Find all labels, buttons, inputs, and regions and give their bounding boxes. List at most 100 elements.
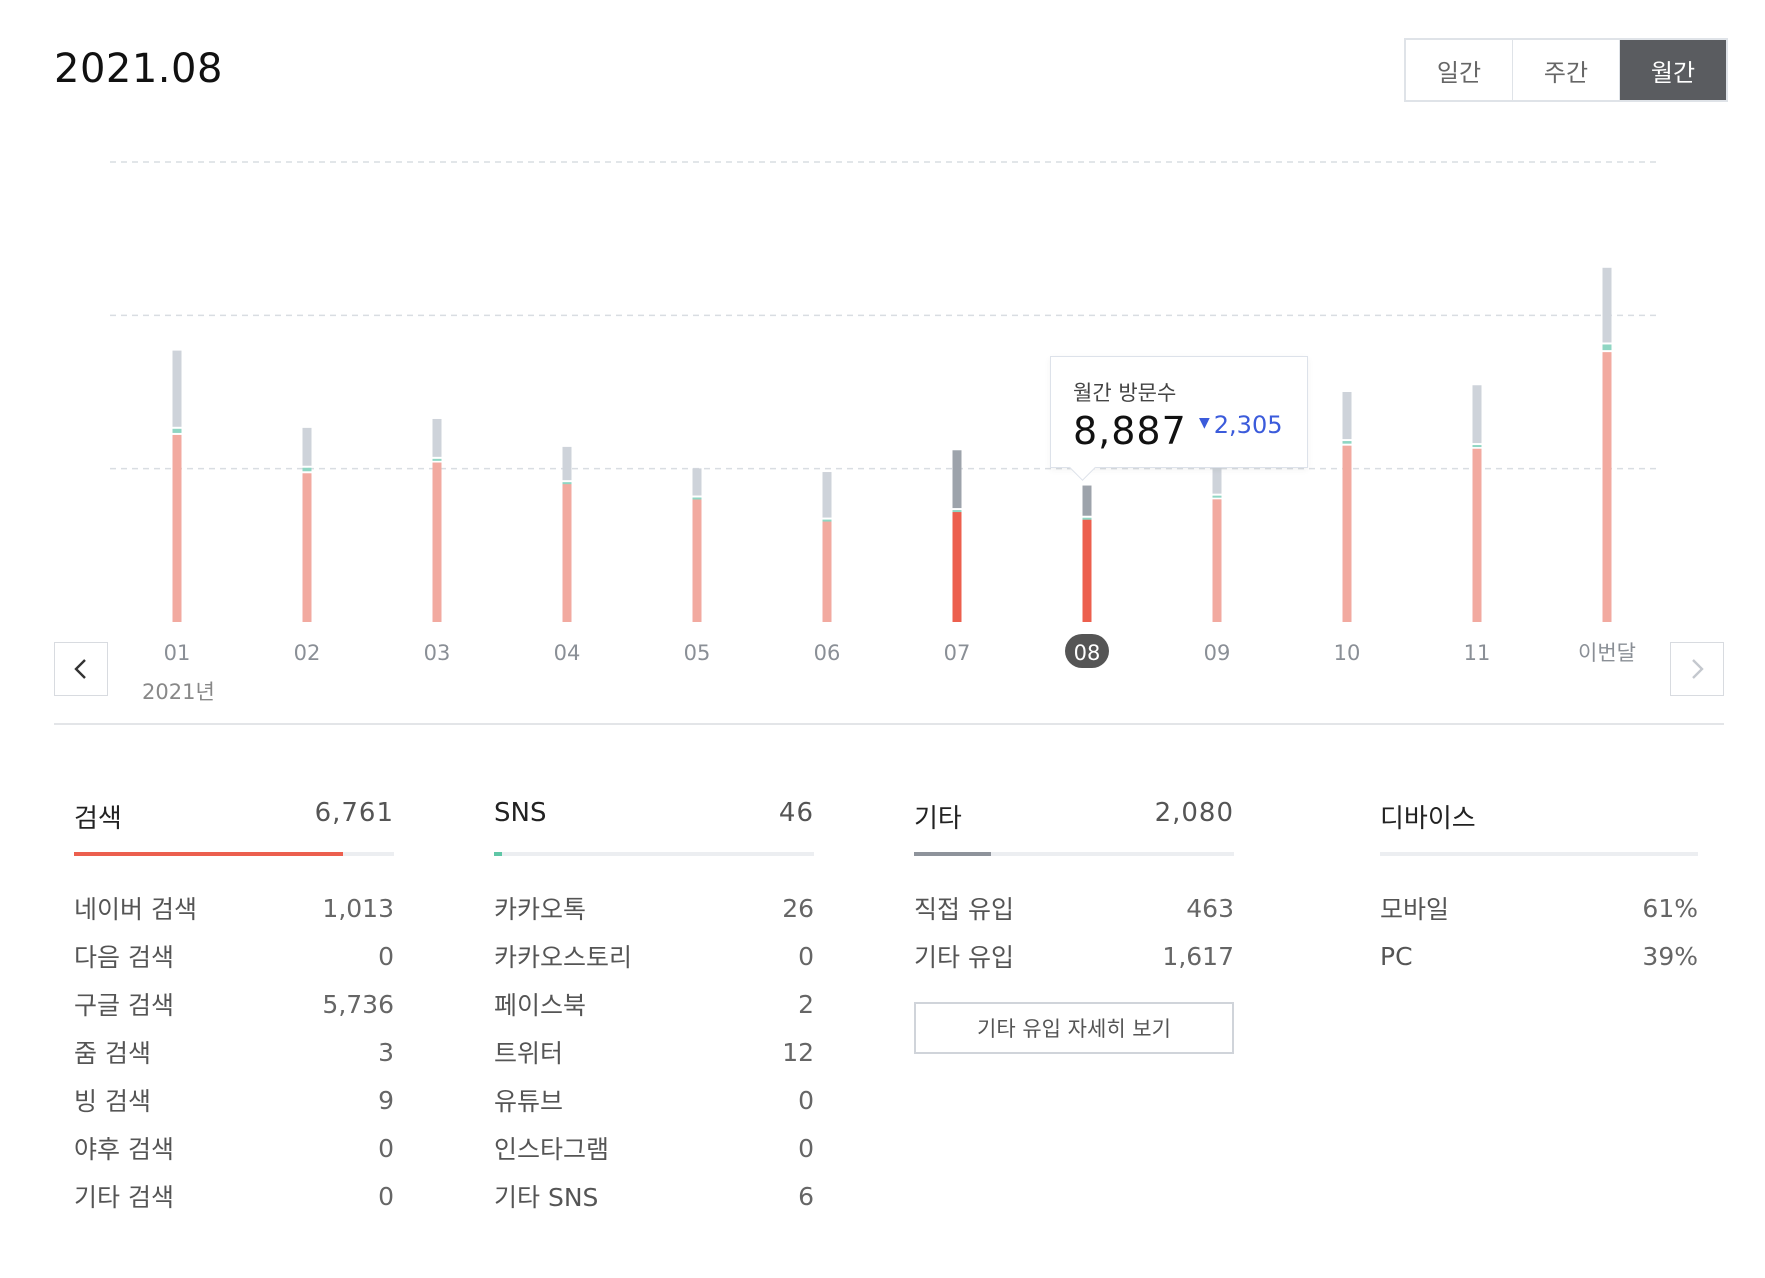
next-period-button[interactable] xyxy=(1670,642,1724,696)
list-item: 기타 SNS 6 xyxy=(494,1172,814,1220)
stats-total: 46 xyxy=(778,798,814,828)
list-item-label: 직접 유입 xyxy=(914,895,1014,924)
tab-monthly[interactable]: 월간 xyxy=(1620,40,1726,100)
bar-search[interactable] xyxy=(1212,499,1222,622)
list-item: 야후 검색 0 xyxy=(74,1124,394,1172)
list-item: 카카오스토리 0 xyxy=(494,932,814,980)
x-tick-label[interactable]: 04 xyxy=(554,641,581,665)
list-item-value: 0 xyxy=(378,1133,394,1163)
period-title: 2021.08 xyxy=(54,46,223,92)
bar-search[interactable] xyxy=(172,434,182,622)
x-tick-label[interactable]: 08 xyxy=(1074,641,1101,665)
bar-sns[interactable] xyxy=(302,467,312,472)
list-item-label: 야후 검색 xyxy=(74,1135,174,1164)
stats-list: 모바일 61% PC 39% xyxy=(1380,884,1698,980)
x-tick-label[interactable]: 06 xyxy=(814,641,841,665)
bar-search[interactable] xyxy=(1342,445,1352,622)
x-tick-label[interactable]: 11 xyxy=(1464,641,1491,665)
bar-sns[interactable] xyxy=(1472,445,1482,448)
stats-bar-fill xyxy=(914,852,991,856)
x-tick-label[interactable]: 10 xyxy=(1334,641,1361,665)
tab-weekly[interactable]: 주간 xyxy=(1513,40,1620,100)
list-item-label: 빙 검색 xyxy=(74,1087,151,1116)
section-divider xyxy=(54,723,1724,725)
bar-other[interactable] xyxy=(562,446,572,481)
x-tick-label[interactable]: 01 xyxy=(164,641,191,665)
bar-other[interactable] xyxy=(432,418,442,457)
prev-period-button[interactable] xyxy=(54,642,108,696)
list-item-label: 카카오톡 xyxy=(494,895,587,924)
tooltip-delta-value: 2,305 xyxy=(1213,411,1283,439)
triangle-down-icon: ▼ xyxy=(1199,415,1210,431)
bar-sns[interactable] xyxy=(692,497,702,500)
other-inflow-detail-button[interactable]: 기타 유입 자세히 보기 xyxy=(914,1002,1234,1054)
stats-bar-track xyxy=(74,852,394,856)
x-tick-label[interactable]: 이번달 xyxy=(1578,641,1636,665)
stats-title: 디바이스 xyxy=(1380,804,1476,834)
list-item: 인스타그램 0 xyxy=(494,1124,814,1172)
bar-other[interactable] xyxy=(172,350,182,427)
bar-search[interactable] xyxy=(1082,519,1092,622)
stats-list: 직접 유입 463 기타 유입 1,617 xyxy=(914,884,1234,980)
stats-list: 네이버 검색 1,013 다음 검색 0 구글 검색 5,736 줌 검색 3 빙 검색 9 야후 … xyxy=(74,884,394,1220)
list-item: 페이스북 2 xyxy=(494,980,814,1028)
bar-search[interactable] xyxy=(952,511,962,622)
list-item: 트위터 12 xyxy=(494,1028,814,1076)
bar-sns[interactable] xyxy=(1602,344,1612,351)
bar-search[interactable] xyxy=(822,520,832,622)
list-item-value: 0 xyxy=(378,941,394,971)
x-tick-label[interactable]: 05 xyxy=(684,641,711,665)
list-item-value: 5,736 xyxy=(322,989,394,1019)
bar-search[interactable] xyxy=(562,484,572,622)
bar-sns[interactable] xyxy=(822,519,832,522)
bar-sns[interactable] xyxy=(1082,517,1092,520)
x-tick-label[interactable]: 09 xyxy=(1204,641,1231,665)
bar-sns[interactable] xyxy=(172,428,182,433)
monthly-visits-chart: 01 02 03 04 05 06 07 08 09 10 11 이번달 xyxy=(110,161,1660,668)
list-item-label: 구글 검색 xyxy=(74,991,174,1020)
list-item-value: 0 xyxy=(378,1181,394,1211)
list-item-value: 0 xyxy=(798,941,814,971)
bar-other[interactable] xyxy=(1342,392,1352,440)
tooltip-label: 월간 방문수 xyxy=(1073,381,1177,405)
bar-other[interactable] xyxy=(302,427,312,466)
bar-search[interactable] xyxy=(692,499,702,622)
list-item-value: 6 xyxy=(798,1181,814,1211)
bar-sns[interactable] xyxy=(1212,495,1222,498)
list-item-label: 페이스북 xyxy=(494,991,587,1020)
bar-search[interactable] xyxy=(432,462,442,622)
list-item: 카카오톡 26 xyxy=(494,884,814,932)
list-item: 직접 유입 463 xyxy=(914,884,1234,932)
bar-sns[interactable] xyxy=(432,458,442,461)
bar-other[interactable] xyxy=(952,450,962,509)
x-tick-label[interactable]: 03 xyxy=(424,641,451,665)
bar-sns[interactable] xyxy=(1342,441,1352,444)
list-item: 네이버 검색 1,013 xyxy=(74,884,394,932)
list-item-label: 기타 SNS xyxy=(494,1183,599,1212)
tooltip-value: 8,887 xyxy=(1073,409,1187,453)
stats-title: 검색 xyxy=(74,804,122,834)
bar-sns[interactable] xyxy=(562,482,572,485)
list-item-label: 유튜브 xyxy=(494,1087,564,1116)
bar-other[interactable] xyxy=(1472,385,1482,444)
tab-daily[interactable]: 일간 xyxy=(1406,40,1513,100)
x-tick-label[interactable]: 07 xyxy=(944,641,971,665)
bar-search[interactable] xyxy=(1602,352,1612,622)
stats-header: 검색 6,761 xyxy=(74,798,394,834)
bar-search[interactable] xyxy=(1472,448,1482,622)
bar-other[interactable] xyxy=(822,472,832,518)
bar-other[interactable] xyxy=(692,468,702,496)
period-toggle: 일간 주간 월간 xyxy=(1404,38,1728,102)
chevron-left-icon xyxy=(74,659,86,679)
bar-sns[interactable] xyxy=(952,510,962,513)
list-item-label: 기타 유입 xyxy=(914,943,1014,972)
bar-search[interactable] xyxy=(302,473,312,622)
bar-other[interactable] xyxy=(1082,485,1092,516)
list-item-value: 12 xyxy=(782,1037,814,1067)
list-item-value: 2 xyxy=(798,989,814,1019)
x-tick-label[interactable]: 02 xyxy=(294,641,321,665)
bar-other[interactable] xyxy=(1602,267,1612,343)
list-item: 모바일 61% xyxy=(1380,884,1698,932)
list-item: 구글 검색 5,736 xyxy=(74,980,394,1028)
list-item-value: 26 xyxy=(782,893,814,923)
